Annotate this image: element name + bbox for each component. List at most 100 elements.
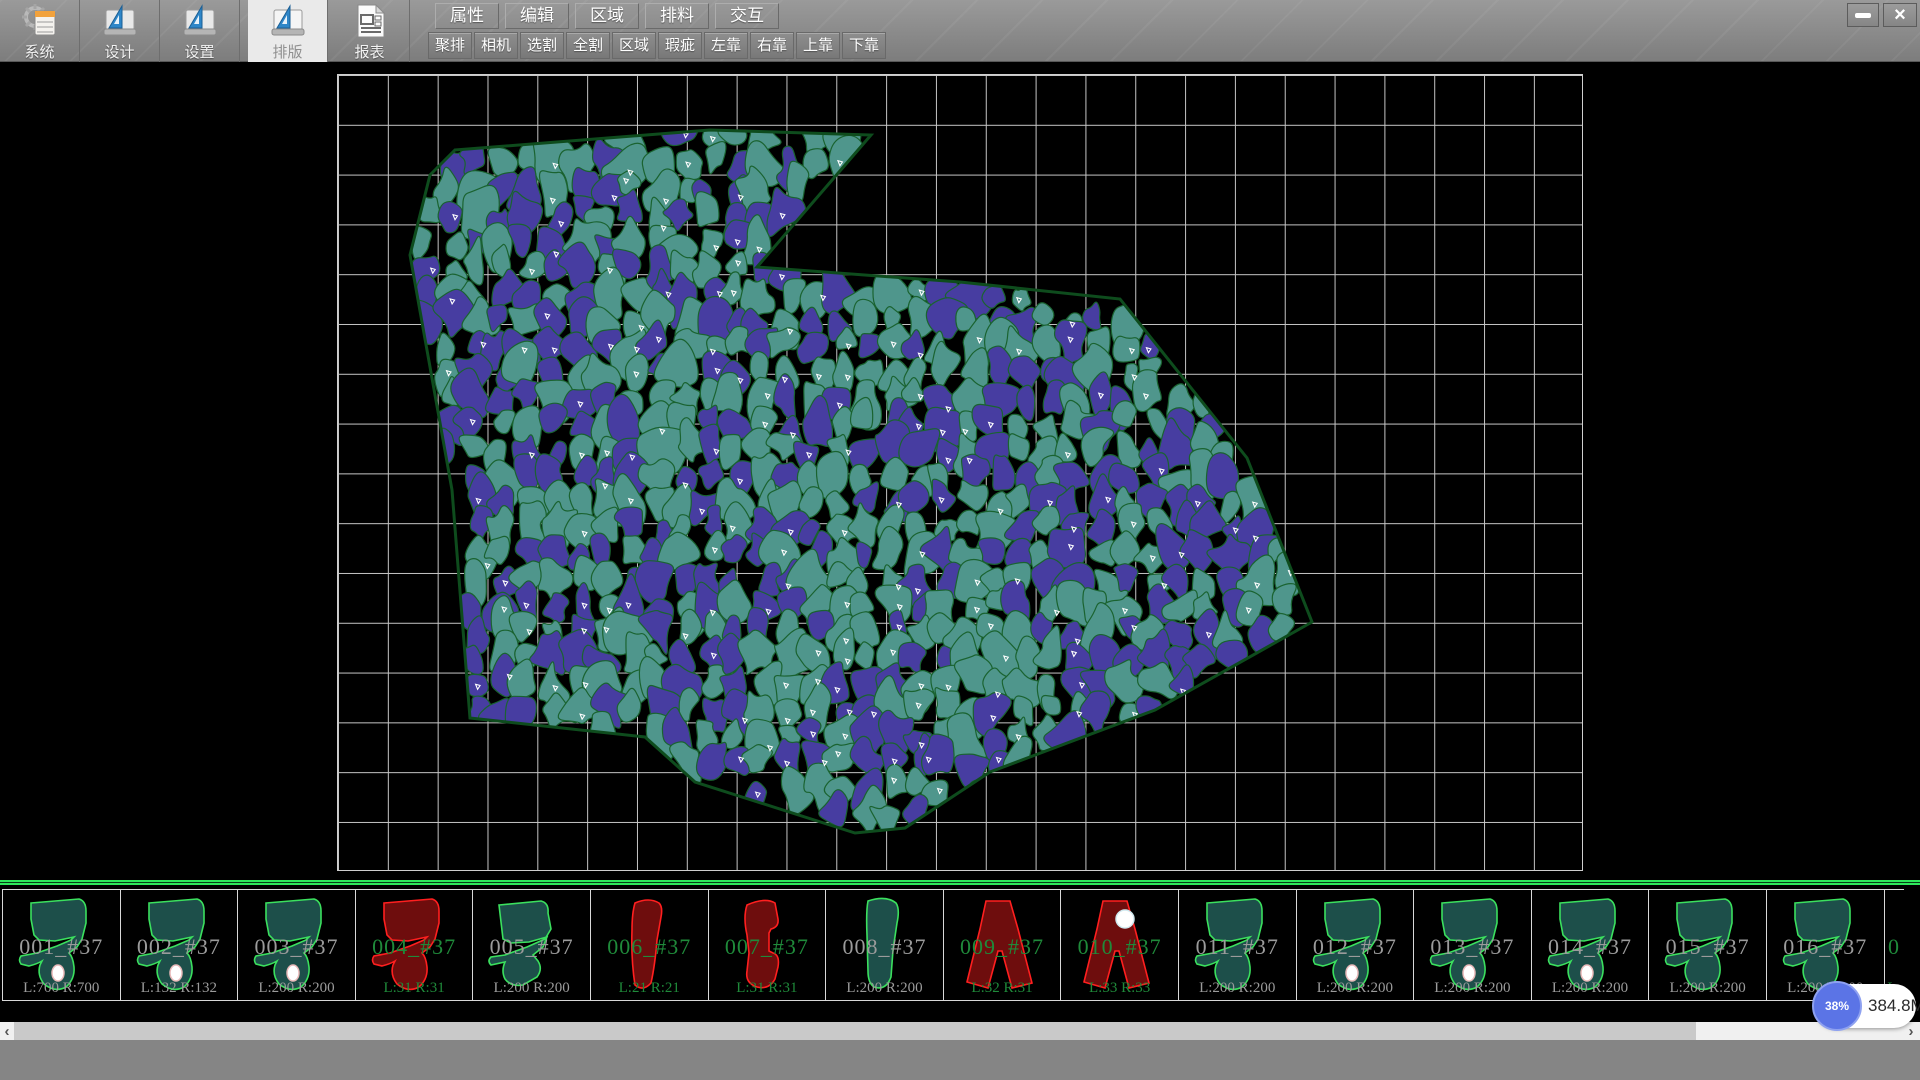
close-icon: × [1894,4,1906,27]
tab-settings[interactable]: 设置 [160,0,240,62]
nested-piece[interactable] [993,455,1015,490]
piece-lr-sizes: L:200 R:200 [1532,980,1649,997]
nested-piece[interactable] [931,341,960,387]
nested-piece[interactable] [886,764,908,798]
piece-id: 012_#37 [1297,934,1414,960]
menu-region[interactable]: 区域 [575,3,639,29]
nested-piece[interactable] [412,196,441,223]
thumbnail-cell-009[interactable]: 009_#37L:32 R:31 [943,889,1062,1001]
piece-lr-sizes: L:200 R:200 [1649,980,1766,997]
piece-lr-sizes: L:200 R:200 [473,980,590,997]
thumbnail-cell-015[interactable]: 015_#37 L:200 R:200 [1648,889,1767,1001]
tool-cut-all[interactable]: 全割 [566,32,610,59]
thumbnail-cells: 001_#37L:700 R:700002_#37L:132 R:132003_… [2,889,1904,1001]
strip-top-border [0,880,1920,886]
nested-piece[interactable] [904,689,935,720]
nested-piece[interactable] [1008,434,1029,461]
tab-settings-label: 设置 [184,41,214,62]
tool-align-bottom[interactable]: 下靠 [842,32,886,59]
tool-defect[interactable]: 瑕疵 [658,32,702,59]
nested-piece[interactable] [530,631,567,675]
piece-id: 001_#37 [3,934,120,960]
menu-properties[interactable]: 属性 [435,3,499,29]
thumbnail-cell-001[interactable]: 001_#37L:700 R:700 [2,889,121,1001]
piece-id: 008_#37 [826,934,943,960]
tab-system[interactable]: 系统 [0,0,80,62]
nested-piece[interactable] [898,642,926,672]
tool-align-left[interactable]: 左靠 [704,32,748,59]
thumbnail-cell-011[interactable]: 011_#37L:200 R:200 [1178,889,1297,1001]
piece-id: 014_#37 [1532,934,1649,960]
piece-lr-sizes: L:31 R:31 [709,980,826,997]
tool-cluster-nest[interactable]: 聚排 [428,32,472,59]
nested-piece[interactable] [591,561,623,598]
thumbnail-cell-006[interactable]: 006_#37L:21 R:21 [590,889,709,1001]
menu-interact[interactable]: 交互 [715,3,779,29]
nested-piece[interactable] [774,699,801,729]
nested-piece[interactable] [767,328,801,358]
main-toolbar: 系统 设计 设置 [0,0,1920,62]
thumbnail-cell-004[interactable]: 004_#37L:31 R:31 [355,889,474,1001]
scroll-left-arrow[interactable]: ‹ [0,1022,14,1040]
piece-lr-sizes: L:200 R:200 [238,980,355,997]
horizontal-scrollbar[interactable]: ‹ › [0,1022,1920,1040]
nested-piece[interactable] [467,674,488,696]
nested-piece[interactable] [487,305,507,332]
tab-design-label: 设计 [104,41,134,62]
nested-piece[interactable] [696,192,719,227]
thumbnail-cell-005[interactable]: 005_#37L:200 R:200 [472,889,591,1001]
nested-piece[interactable] [855,642,875,670]
nested-piece[interactable] [1113,336,1140,362]
nested-piece[interactable] [957,480,988,510]
window-bottom-strip [0,1040,1920,1080]
piece-lr-sizes: L:200 R:200 [1414,980,1531,997]
thumbnail-cell-010[interactable]: 010_#37 L:33 R:33 [1060,889,1179,1001]
nested-piece[interactable] [1041,696,1060,716]
nested-piece[interactable] [446,232,468,260]
set-square-icon [101,3,139,39]
scrollbar-thumb[interactable] [14,1022,1696,1040]
piece-id: 004_#37 [356,934,473,960]
piece-id: 0 [1885,934,1904,960]
thumbnail-cell-008[interactable]: 008_#37L:200 R:200 [825,889,944,1001]
tab-layout[interactable]: 排版 [248,0,328,62]
thumbnail-cell-013[interactable]: 013_#37 L:200 R:200 [1413,889,1532,1001]
menu-edit[interactable]: 编辑 [505,3,569,29]
thumbnail-cell-014[interactable]: 014_#37 L:200 R:200 [1531,889,1650,1001]
thumbnail-cell-003[interactable]: 003_#37 L:200 R:200 [237,889,356,1001]
thumbnail-cell-002[interactable]: 002_#37L:132 R:132 [120,889,239,1001]
nested-piece[interactable] [853,299,878,337]
nesting-canvas[interactable] [0,62,1920,880]
tool-select-cut[interactable]: 选割 [520,32,564,59]
piece-id: 010_#37 [1061,934,1178,960]
nested-piece[interactable] [539,403,567,433]
report-doc-icon [351,3,389,39]
set-square-icon [181,3,219,39]
progress-badge[interactable]: 38% 384.8M [1814,984,1916,1028]
tool-camera[interactable]: 相机 [474,32,518,59]
nested-piece[interactable] [978,538,1005,565]
piece-id: 013_#37 [1414,934,1531,960]
thumbnail-cell-012[interactable]: 012_#37L:200 R:200 [1296,889,1415,1001]
thumbnail-cell-007[interactable]: 007_#37L:31 R:31 [708,889,827,1001]
nested-piece[interactable] [543,593,569,623]
tool-align-right[interactable]: 右靠 [750,32,794,59]
close-button[interactable]: × [1883,3,1917,27]
tab-report[interactable]: 报表 [330,0,410,62]
piece-id: 006_#37 [591,934,708,960]
tab-design[interactable]: 设计 [80,0,160,62]
tool-region[interactable]: 区域 [612,32,656,59]
piece-id: 003_#37 [238,934,355,960]
menu-nesting[interactable]: 排料 [645,3,709,29]
gear-list-icon [21,3,59,39]
piece-id: 015_#37 [1649,934,1766,960]
nested-piece[interactable] [438,202,462,233]
nested-piece[interactable] [957,510,980,535]
minimize-button[interactable] [1847,3,1879,27]
nested-piece[interactable] [706,142,726,174]
tool-align-top[interactable]: 上靠 [796,32,840,59]
piece-lr-sizes: L:33 R:33 [1061,980,1178,997]
piece-id: 009_#37 [944,934,1061,960]
nested-piece[interactable] [932,479,956,512]
nested-piece[interactable] [833,351,854,392]
